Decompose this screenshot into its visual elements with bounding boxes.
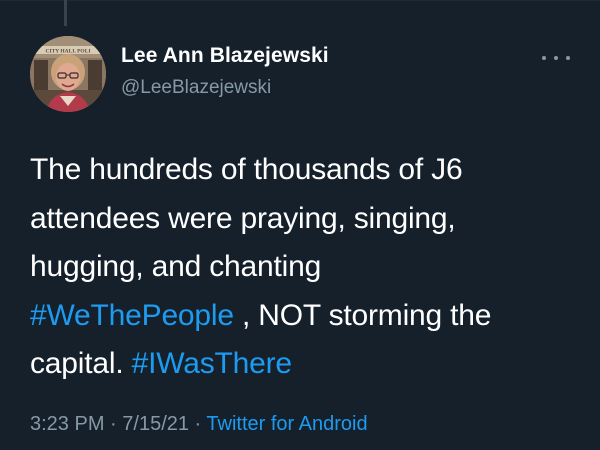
more-dot [554, 56, 558, 60]
meta-separator: · [104, 413, 123, 435]
divider [0, 0, 600, 1]
avatar-sign-text: CITY HALL POLI [45, 49, 90, 55]
tweet-text-line: The hundreds of thousands of J6 [30, 153, 463, 186]
more-horizontal-icon[interactable] [542, 50, 570, 66]
hashtag-link[interactable]: #WeThePeople [30, 299, 234, 332]
thread-connector-line [64, 0, 67, 26]
more-dot [542, 56, 546, 60]
tweet-text-line: hugging, and chanting [30, 250, 322, 283]
tweet-metadata: 3:23 PM · 7/15/21 · Twitter for Android [30, 413, 368, 436]
tweet-source-link[interactable]: Twitter for Android [206, 413, 367, 435]
tweet-text-line: capital. [30, 347, 132, 380]
display-name[interactable]: Lee Ann Blazejewski [121, 44, 329, 68]
avatar[interactable]: CITY HALL POLI [30, 36, 106, 112]
tweet-date[interactable]: 7/15/21 [122, 413, 189, 435]
tweet-time[interactable]: 3:23 PM [30, 413, 104, 435]
meta-separator: · [189, 413, 207, 435]
user-handle[interactable]: @LeeBlazejewski [121, 77, 271, 99]
tweet-card: CITY HALL POLI Lee Ann Blazejewski @LeeB… [0, 0, 600, 450]
more-dot [566, 56, 570, 60]
hashtag-link[interactable]: #IWasThere [132, 347, 292, 380]
tweet-text-line: , NOT storming the [233, 298, 492, 332]
avatar-photo: CITY HALL POLI [30, 36, 106, 112]
tweet-text: The hundreds of thousands of J6 attendee… [30, 146, 575, 389]
tweet-text-line: attendees were praying, singing, [30, 201, 456, 235]
